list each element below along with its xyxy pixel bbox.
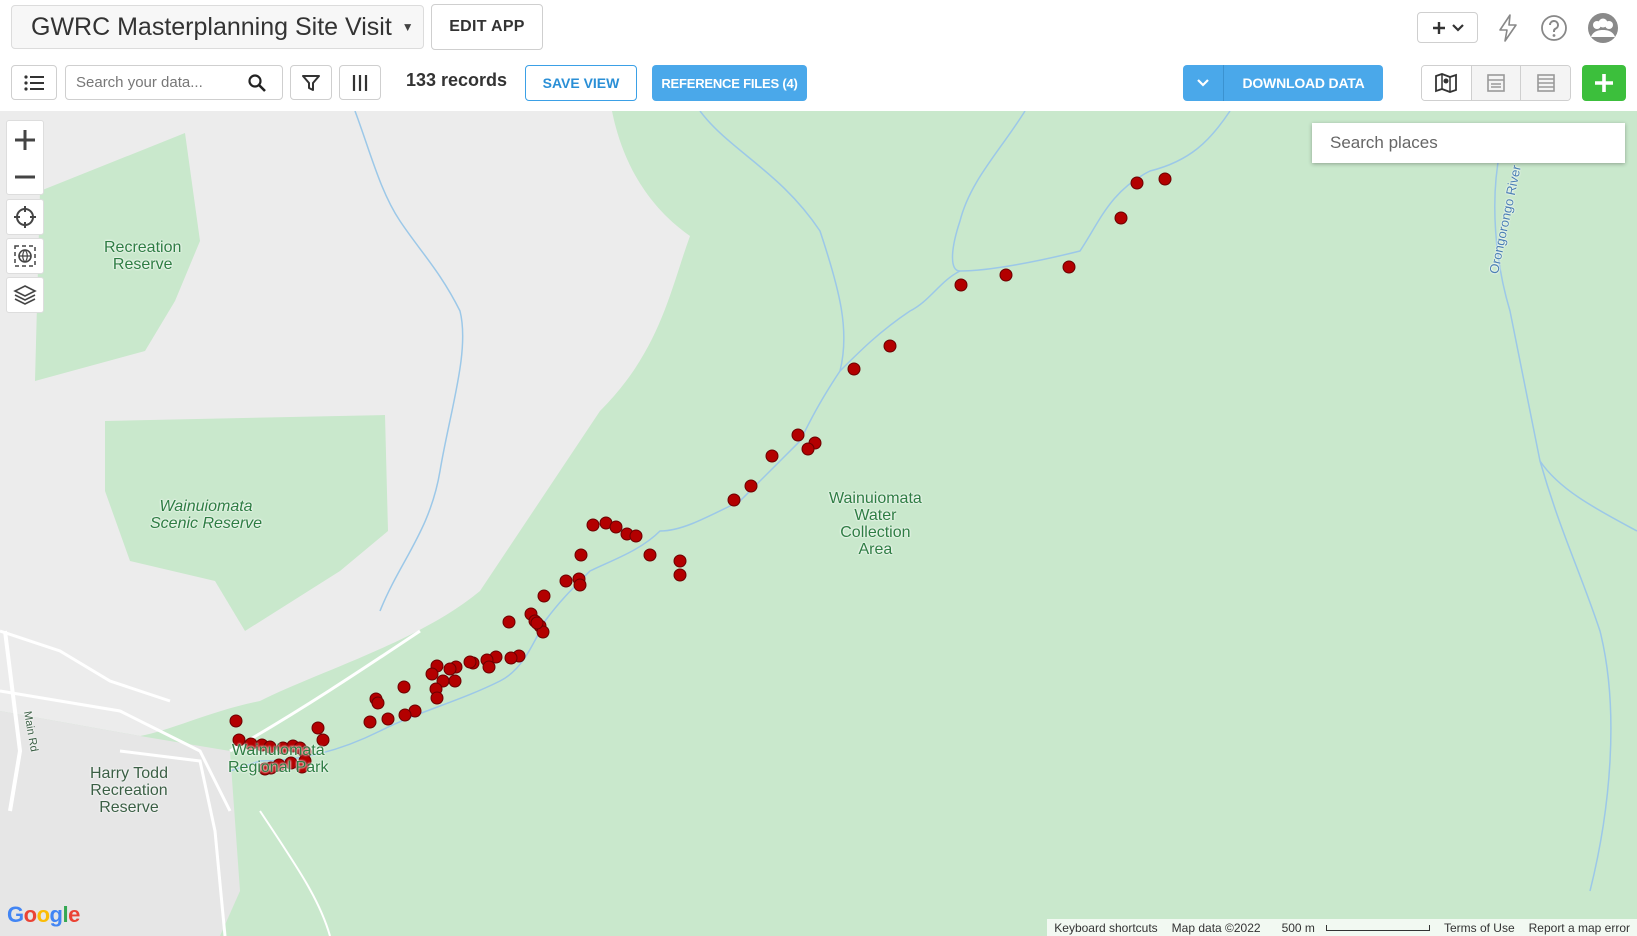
crosshair-icon	[14, 206, 36, 228]
layers-icon	[13, 285, 37, 305]
chevron-down-icon[interactable]	[1183, 65, 1224, 101]
search-places-box[interactable]	[1312, 123, 1625, 163]
help-icon[interactable]	[1538, 12, 1570, 44]
chevron-down-icon	[1451, 23, 1464, 32]
keyboard-shortcuts-link[interactable]: Keyboard shortcuts	[1047, 921, 1164, 935]
app-title-dropdown[interactable]: GWRC Masterplanning Site Visit ▼	[11, 5, 424, 49]
table-view-button[interactable]	[1521, 66, 1570, 100]
plus-icon	[15, 129, 35, 150]
layers-button[interactable]	[6, 277, 44, 313]
map-view-button[interactable]	[1422, 66, 1472, 100]
edit-app-button[interactable]: EDIT APP	[431, 4, 543, 50]
record-count: 133 records	[406, 70, 508, 90]
toolbar: 133 records SAVE VIEW REFERENCE FILES (4…	[0, 56, 1637, 112]
filter-button[interactable]	[290, 65, 332, 100]
zoom-in-button[interactable]	[7, 121, 43, 158]
download-data-label: DOWNLOAD DATA	[1242, 75, 1365, 91]
add-record-button[interactable]	[1582, 65, 1626, 101]
table-icon	[1536, 74, 1555, 92]
terms-of-use-link[interactable]: Terms of Use	[1437, 921, 1522, 935]
label-water-collection-area: Wainuiomata Water Collection Area	[829, 490, 922, 558]
scale-indicator[interactable]: 500 m	[1268, 921, 1437, 935]
label-scenic-reserve: Wainuiomata Scenic Reserve	[150, 498, 263, 532]
map-icon	[1435, 73, 1458, 93]
search-data-box[interactable]	[65, 65, 283, 100]
columns-icon	[352, 74, 368, 91]
globe-view-button[interactable]	[6, 238, 44, 274]
caret-down-icon: ▼	[401, 20, 414, 34]
record-markers[interactable]	[229, 172, 1172, 776]
lightning-icon[interactable]	[1492, 12, 1524, 44]
minus-icon	[15, 175, 35, 178]
globe-icon	[14, 245, 36, 267]
zoom-control	[6, 120, 44, 195]
locate-me-button[interactable]	[6, 199, 44, 235]
search-places-input[interactable]	[1328, 132, 1612, 154]
download-data-button[interactable]: DOWNLOAD DATA	[1183, 65, 1383, 101]
search-icon[interactable]	[248, 73, 266, 92]
map-canvas[interactable]: Recreation Reserve Wainuiomata Scenic Rese…	[0, 111, 1637, 936]
plus-icon	[1432, 21, 1445, 34]
map-attribution: Keyboard shortcuts Map data ©2022 500 m …	[1047, 919, 1637, 936]
map-data-text: Map data ©2022	[1171, 920, 1261, 935]
add-menu-button[interactable]	[1417, 12, 1478, 43]
app-title: GWRC Masterplanning Site Visit	[31, 12, 392, 41]
report-map-error-link[interactable]: Report a map error	[1522, 921, 1637, 935]
label-regional-park: Wainuiomata Regional Park	[228, 742, 329, 776]
list-icon	[24, 74, 44, 91]
filter-icon	[302, 74, 320, 91]
map-list-icon	[1487, 74, 1505, 92]
columns-button[interactable]	[339, 65, 381, 100]
plus-icon	[1595, 74, 1613, 92]
top-bar: GWRC Masterplanning Site Visit ▼ EDIT AP…	[0, 0, 1637, 57]
user-avatar-icon[interactable]	[1587, 12, 1619, 44]
label-recreation-reserve: Recreation Reserve	[104, 239, 182, 273]
map-list-view-button[interactable]	[1471, 66, 1522, 100]
zoom-out-button[interactable]	[7, 158, 43, 195]
label-harry-todd: Harry Todd Recreation Reserve	[90, 765, 168, 816]
view-switcher	[1421, 65, 1571, 101]
list-view-button[interactable]	[11, 65, 57, 100]
reference-files-button[interactable]: REFERENCE FILES (4)	[652, 65, 807, 101]
google-logo: Google	[7, 902, 80, 927]
search-data-input[interactable]	[74, 73, 248, 92]
save-view-button[interactable]: SAVE VIEW	[525, 65, 637, 101]
